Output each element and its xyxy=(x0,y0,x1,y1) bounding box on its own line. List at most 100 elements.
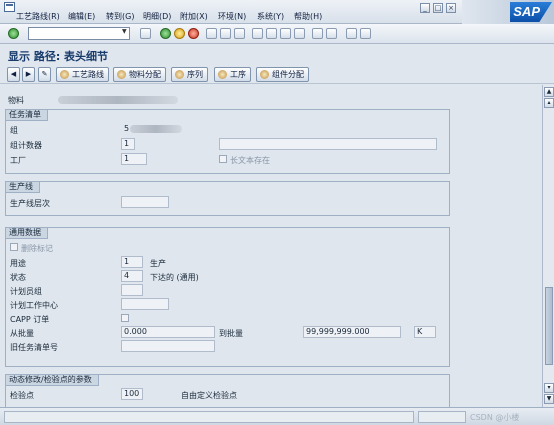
shortcut-icon[interactable] xyxy=(326,28,337,39)
old-task-list-field[interactable] xyxy=(121,340,215,352)
back-icon[interactable] xyxy=(160,28,171,39)
title-bar: 显示 路径: 表头细节 xyxy=(0,44,554,64)
layout-menu-icon[interactable] xyxy=(360,28,371,39)
scroll-bottom-icon[interactable]: ▼ xyxy=(544,394,554,404)
save-icon[interactable] xyxy=(140,28,151,39)
sap-logo: SAP xyxy=(462,0,554,24)
menu-details[interactable]: 明细(D) xyxy=(143,11,171,22)
status-field[interactable]: 4 xyxy=(121,270,143,282)
to-lot-field[interactable]: 99,999,999.000 xyxy=(303,326,401,338)
component-assignment-button[interactable]: 组件分配 xyxy=(256,67,309,82)
planner-group-field[interactable] xyxy=(121,284,143,296)
find-icon[interactable] xyxy=(220,28,231,39)
next-page-icon[interactable] xyxy=(280,28,291,39)
sequence-button[interactable]: 序列 xyxy=(171,67,208,82)
page-title: 显示 路径: 表头细节 xyxy=(8,50,109,63)
long-text-checkbox[interactable] xyxy=(219,155,227,163)
next-arrow-button[interactable]: ▶ xyxy=(22,67,35,82)
planner-group-label: 计划员组 xyxy=(10,287,42,296)
general-data-title: 通用数据 xyxy=(6,228,48,239)
operation-button[interactable]: 工序 xyxy=(214,67,251,82)
menu-goto[interactable]: 转到(G) xyxy=(106,11,134,22)
to-lot-label: 到批量 xyxy=(219,329,243,338)
work-center-field[interactable] xyxy=(121,298,169,310)
long-text-label: 长文本存在 xyxy=(230,156,270,165)
window-restore-icon[interactable]: □ xyxy=(433,3,443,13)
lot-unit-field[interactable]: K xyxy=(414,326,436,338)
standard-toolbar: ▼ xyxy=(0,24,554,44)
inspection-point-field[interactable]: 100 xyxy=(121,388,143,400)
status-label: 状态 xyxy=(10,273,26,282)
from-lot-label: 从批量 xyxy=(10,329,34,338)
task-list-group: 任务清单 组 5 组计数器 1 工厂 1 长文本存在 xyxy=(5,109,450,174)
capp-order-checkbox[interactable] xyxy=(121,314,129,322)
delete-flag-label: 删除标记 xyxy=(21,244,53,253)
usage-field[interactable]: 1 xyxy=(121,256,143,268)
line-level-field[interactable] xyxy=(121,196,169,208)
usage-label: 用途 xyxy=(10,259,26,268)
production-line-title: 生产线 xyxy=(6,182,40,193)
menu-extras[interactable]: 附加(X) xyxy=(180,11,208,22)
scroll-up-icon[interactable]: ▴ xyxy=(544,98,554,108)
watermark-text: CSDN @小楼 xyxy=(470,413,520,422)
window-close-icon[interactable]: × xyxy=(446,3,456,13)
vertical-scrollbar[interactable]: ▲ ▴ ▾ ▼ xyxy=(542,85,554,407)
help-icon[interactable] xyxy=(346,28,357,39)
status-bar: CSDN @小楼 xyxy=(0,407,554,425)
capp-order-label: CAPP 订单 xyxy=(10,315,50,324)
status-text: 下达的 (通用) xyxy=(150,273,199,282)
system-menu-icon[interactable] xyxy=(4,2,15,12)
display-change-button[interactable]: ✎ xyxy=(38,67,51,82)
print-icon[interactable] xyxy=(206,28,217,39)
work-center-label: 计划工作中心 xyxy=(10,301,58,310)
system-info-box[interactable] xyxy=(418,411,466,423)
first-page-icon[interactable] xyxy=(252,28,263,39)
group-label: 组 xyxy=(10,126,18,135)
new-session-icon[interactable] xyxy=(312,28,323,39)
group-value-redacted xyxy=(130,125,182,133)
routing-button-label: 工艺路线 xyxy=(72,70,104,79)
material-assignment-label: 物料分配 xyxy=(129,70,161,79)
dynamic-modification-group: 动态修改/检验点的参数 检验点 100 自由定义检验点 xyxy=(5,374,450,407)
production-line-group: 生产线 生产线层次 xyxy=(5,181,450,216)
menu-help[interactable]: 帮助(H) xyxy=(294,11,322,22)
status-message-area xyxy=(4,411,414,423)
general-data-group: 通用数据 删除标记 用途 1 生产 状态 4 下达的 (通用) 计划员组 计划工… xyxy=(5,227,450,367)
from-lot-field[interactable]: 0.000 xyxy=(121,326,215,338)
plant-label: 工厂 xyxy=(10,156,26,165)
old-task-list-label: 旧任务清单号 xyxy=(10,343,58,352)
scroll-top-icon[interactable]: ▲ xyxy=(544,87,554,97)
menu-environment[interactable]: 环境(N) xyxy=(218,11,246,22)
sequence-label: 序列 xyxy=(187,70,203,79)
inspection-point-label: 检验点 xyxy=(10,391,34,400)
material-assignment-icon xyxy=(117,70,126,79)
material-label: 物料 xyxy=(8,96,24,105)
menu-edit[interactable]: 编辑(E) xyxy=(68,11,95,22)
component-assignment-icon xyxy=(260,70,269,79)
command-dropdown-icon[interactable]: ▼ xyxy=(122,28,127,35)
last-page-icon[interactable] xyxy=(294,28,305,39)
find-next-icon[interactable] xyxy=(234,28,245,39)
plant-field[interactable]: 1 xyxy=(121,153,147,165)
cancel-icon[interactable] xyxy=(188,28,199,39)
line-level-label: 生产线层次 xyxy=(10,199,50,208)
menu-routing[interactable]: 工艺路线(R) xyxy=(16,11,60,22)
material-assignment-button[interactable]: 物料分配 xyxy=(113,67,166,82)
previous-page-icon[interactable] xyxy=(266,28,277,39)
enter-icon[interactable] xyxy=(8,28,19,39)
routing-button[interactable]: 工艺路线 xyxy=(56,67,109,82)
window-minimize-icon[interactable]: _ xyxy=(420,3,430,13)
exit-icon[interactable] xyxy=(174,28,185,39)
previous-arrow-button[interactable]: ◀ xyxy=(7,67,20,82)
scroll-down-icon[interactable]: ▾ xyxy=(544,383,554,393)
delete-flag-checkbox[interactable] xyxy=(10,243,18,251)
command-field[interactable] xyxy=(28,27,130,40)
counter-field[interactable]: 1 xyxy=(121,138,135,150)
usage-text: 生产 xyxy=(150,259,166,268)
scrollbar-thumb[interactable] xyxy=(545,287,553,365)
operation-icon xyxy=(218,70,227,79)
menu-system[interactable]: 系统(Y) xyxy=(257,11,284,22)
task-list-description-field[interactable] xyxy=(219,138,437,150)
counter-label: 组计数器 xyxy=(10,141,42,150)
menu-bar: 工艺路线(R) 编辑(E) 转到(G) 明细(D) 附加(X) 环境(N) 系统… xyxy=(0,0,554,24)
